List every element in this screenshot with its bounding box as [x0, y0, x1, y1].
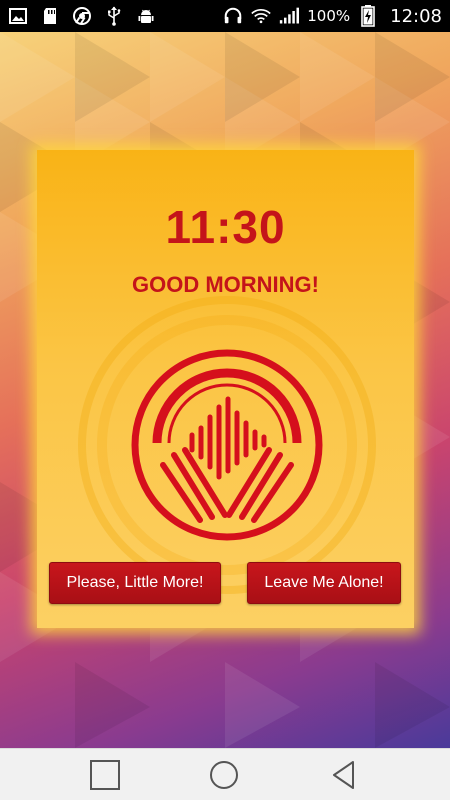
chrome-icon — [72, 6, 92, 26]
status-bar: 100% 12:08 — [0, 0, 450, 32]
usb-icon — [104, 6, 124, 26]
signal-icon — [279, 6, 300, 26]
back-icon[interactable] — [328, 759, 360, 791]
snooze-button[interactable]: Please, Little More! — [49, 562, 221, 604]
alarm-card: 11:30 GOOD MORNING! Please, Little More!… — [37, 150, 414, 628]
android-debug-icon — [136, 6, 156, 26]
wifi-icon — [251, 6, 271, 26]
alarm-time: 11:30 — [165, 201, 286, 253]
battery-charging-icon — [358, 5, 378, 27]
status-clock: 12:08 — [390, 5, 442, 27]
home-icon[interactable] — [208, 759, 240, 791]
recent-apps-icon[interactable] — [89, 759, 121, 791]
headphones-soundwave-icon — [78, 296, 376, 594]
sd-card-icon — [40, 6, 60, 26]
gallery-icon — [8, 6, 28, 26]
dismiss-button[interactable]: Leave Me Alone! — [247, 562, 401, 604]
headset-icon — [223, 6, 243, 26]
battery-percentage: 100% — [307, 7, 351, 25]
navigation-bar — [0, 748, 450, 800]
